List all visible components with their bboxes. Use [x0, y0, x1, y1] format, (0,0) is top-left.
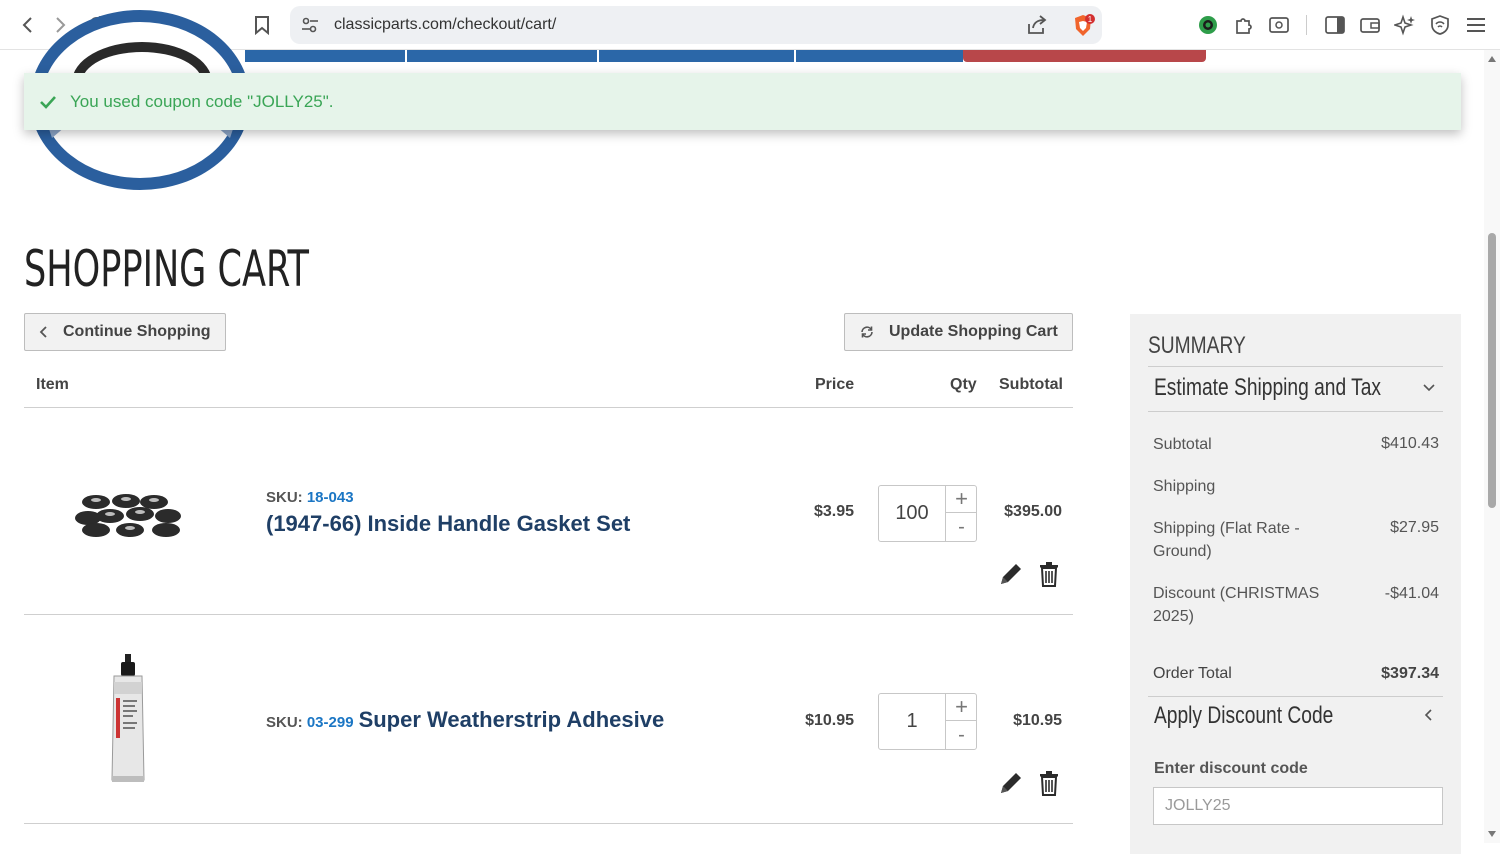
- shipping-method-label: Shipping (Flat Rate - Ground): [1153, 520, 1300, 560]
- shipping-label: Shipping: [1153, 478, 1216, 495]
- leo-ai-icon[interactable]: [1393, 13, 1417, 37]
- checkmark-icon: [38, 92, 58, 112]
- trash-icon[interactable]: [1034, 768, 1064, 798]
- shipping-method-value: $27.95: [1390, 519, 1439, 536]
- order-total-value: $397.34: [1381, 665, 1439, 682]
- vpn-shield-icon[interactable]: [1428, 13, 1452, 37]
- summary-title: SUMMARY: [1148, 332, 1246, 359]
- discount-value: -$41.04: [1384, 585, 1439, 602]
- apply-discount-toggle[interactable]: Apply Discount Code: [1154, 702, 1333, 730]
- coupon-success-message: You used coupon code "JOLLY25".: [24, 73, 1461, 130]
- product-name-link[interactable]: (1947-66) Inside Handle Gasket Set: [266, 511, 630, 537]
- quantity-increase-button[interactable]: +: [946, 694, 977, 721]
- estimate-shipping-toggle[interactable]: Estimate Shipping and Tax: [1154, 374, 1381, 402]
- order-total-label: Order Total: [1153, 665, 1232, 682]
- item-subtotal: $10.95: [1013, 712, 1062, 729]
- extension-green-icon[interactable]: [1196, 13, 1220, 37]
- page-scrollbar[interactable]: [1484, 50, 1500, 843]
- message-text: You used coupon code "JOLLY25".: [70, 91, 334, 111]
- sidebar-icon[interactable]: [1323, 13, 1347, 37]
- continue-shopping-label: Continue Shopping: [63, 323, 211, 340]
- quantity-input[interactable]: 1: [879, 694, 945, 749]
- product-image[interactable]: [104, 652, 152, 786]
- summary-divider: [1148, 696, 1443, 697]
- summary-divider: [1148, 411, 1443, 412]
- extensions-puzzle-icon[interactable]: [1232, 13, 1256, 37]
- brave-shields-icon[interactable]: 1: [1070, 13, 1096, 39]
- address-bar[interactable]: classicparts.com/checkout/cart/ 1: [290, 6, 1102, 44]
- edit-pencil-icon[interactable]: [996, 768, 1026, 798]
- chevron-left-icon[interactable]: [1422, 708, 1438, 724]
- discount-label: Discount (CHRISTMAS 2025): [1153, 585, 1320, 625]
- column-header-price: Price: [815, 376, 855, 393]
- continue-shopping-button[interactable]: Continue Shopping: [24, 313, 226, 351]
- page-title: SHOPPING CART: [24, 240, 309, 298]
- bookmark-icon[interactable]: [249, 12, 275, 38]
- sku-label: SKU:: [266, 489, 303, 506]
- item-price: $10.95: [805, 712, 854, 729]
- quantity-stepper[interactable]: 1 + -: [878, 693, 977, 750]
- nav-separator: [597, 50, 599, 62]
- scroll-up-arrow-icon[interactable]: [1488, 56, 1496, 62]
- toolbar-divider: [1306, 15, 1307, 35]
- scrollbar-thumb[interactable]: [1488, 233, 1496, 508]
- scroll-down-arrow-icon[interactable]: [1488, 831, 1496, 837]
- column-header-subtotal: Subtotal: [999, 376, 1063, 393]
- update-cart-label: Update Shopping Cart: [889, 323, 1058, 340]
- table-header-divider: [24, 407, 1073, 408]
- brave-badge-count: 1: [1088, 15, 1093, 24]
- quantity-stepper[interactable]: 100 + -: [878, 485, 977, 542]
- row-divider: [24, 823, 1073, 824]
- quantity-increase-button[interactable]: +: [946, 486, 977, 513]
- sku-label: SKU:: [266, 714, 303, 731]
- main-nav-strip[interactable]: [245, 50, 963, 62]
- subtotal-label: Subtotal: [1153, 436, 1212, 453]
- url-text: classicparts.com/checkout/cart/: [334, 16, 557, 33]
- product-name-link[interactable]: Super Weatherstrip Adhesive: [359, 707, 665, 733]
- row-divider: [24, 614, 1073, 615]
- discount-code-input[interactable]: JOLLY25: [1153, 787, 1443, 825]
- column-header-qty: Qty: [950, 376, 977, 393]
- column-header-item: Item: [36, 376, 69, 393]
- share-icon[interactable]: [1026, 15, 1048, 40]
- product-info: SKU: 03-299 Super Weatherstrip Adhesive: [266, 707, 664, 733]
- chevron-down-icon[interactable]: [1422, 380, 1438, 396]
- chevron-left-icon: [39, 325, 49, 339]
- wallet-icon[interactable]: [1358, 13, 1382, 37]
- edit-pencil-icon[interactable]: [996, 559, 1026, 589]
- refresh-icon: [859, 324, 875, 340]
- trash-icon[interactable]: [1034, 559, 1064, 589]
- quantity-decrease-button[interactable]: -: [946, 722, 977, 749]
- nav-separator: [405, 50, 407, 62]
- update-cart-button[interactable]: Update Shopping Cart: [844, 313, 1073, 351]
- quantity-input[interactable]: 100: [879, 486, 945, 541]
- sku-line: SKU: 03-299: [266, 714, 354, 731]
- item-price: $3.95: [813, 503, 854, 520]
- order-summary-panel: SUMMARY Estimate Shipping and Tax Subtot…: [1130, 314, 1461, 854]
- back-icon[interactable]: [14, 12, 40, 38]
- site-settings-icon[interactable]: [300, 15, 320, 40]
- sku-line: SKU: 18-043: [266, 489, 354, 506]
- nav-separator: [794, 50, 796, 62]
- product-image[interactable]: [74, 488, 186, 544]
- discount-code-value: JOLLY25: [1165, 797, 1231, 814]
- nav-strip-highlight[interactable]: [963, 50, 1206, 62]
- subtotal-value: $410.43: [1381, 435, 1439, 452]
- menu-icon[interactable]: [1464, 13, 1488, 37]
- discount-code-label: Enter discount code: [1154, 760, 1308, 777]
- quantity-decrease-button[interactable]: -: [946, 514, 977, 541]
- sku-link[interactable]: 18-043: [307, 489, 354, 506]
- item-subtotal: $395.00: [1004, 503, 1062, 520]
- summary-divider: [1148, 366, 1443, 367]
- sku-link[interactable]: 03-299: [307, 714, 354, 731]
- screenshot-icon[interactable]: [1267, 13, 1291, 37]
